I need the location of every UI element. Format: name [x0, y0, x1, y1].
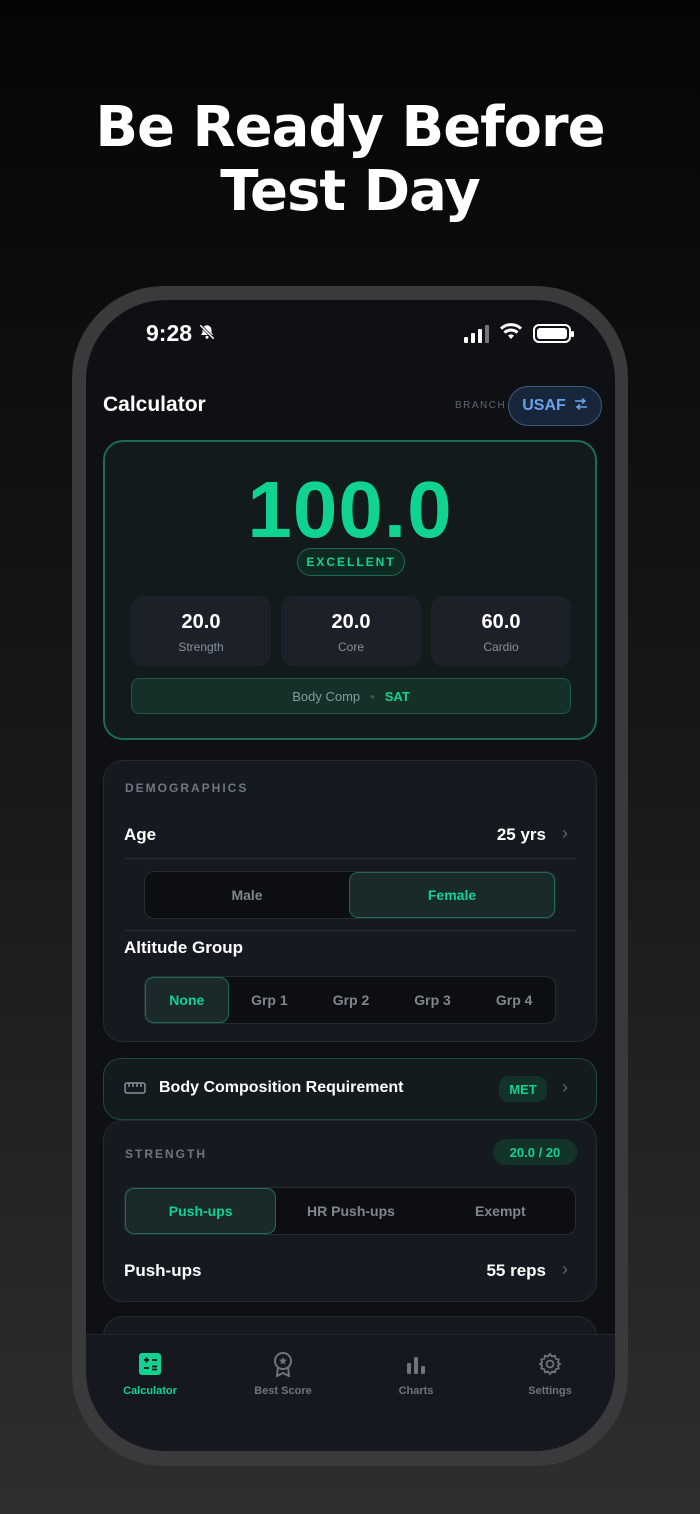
push-ups-value: 55 reps: [486, 1261, 546, 1280]
strength-section-label: STRENGTH: [125, 1147, 207, 1161]
altitude-segmented-control: None Grp 1 Grp 2 Grp 3 Grp 4: [144, 976, 556, 1024]
push-ups-label: Push-ups: [124, 1261, 202, 1280]
tab-settings[interactable]: Settings: [495, 1351, 605, 1397]
divider: [124, 930, 576, 931]
tab-best-score-label: Best Score: [254, 1385, 312, 1397]
gender-option-male[interactable]: Male: [145, 872, 349, 918]
strength-option-exempt[interactable]: Exempt: [426, 1188, 575, 1234]
battery-icon: [533, 324, 574, 343]
status-icons: [464, 322, 574, 345]
strength-score-box: 20.0 Strength: [131, 596, 271, 666]
page-title: Calculator: [103, 393, 206, 416]
push-ups-row[interactable]: Push-ups 55 reps ›: [104, 1251, 596, 1295]
wifi-icon: [499, 322, 523, 345]
altitude-option-none[interactable]: None: [145, 977, 229, 1023]
marketing-headline: Be Ready Before Test Day: [0, 96, 700, 224]
demographics-card: DEMOGRAPHICS Age 25 yrs › Male Female Al…: [103, 760, 597, 1042]
body-comp-separator: •: [370, 688, 375, 704]
core-score-value: 20.0: [331, 611, 371, 633]
strength-card: STRENGTH 20.0 / 20 Push-ups HR Push-ups …: [103, 1120, 597, 1302]
award-icon: [228, 1351, 338, 1377]
cardio-score-value: 60.0: [481, 611, 521, 633]
branch-label: BRANCH: [455, 400, 507, 411]
status-time: 9:28: [146, 320, 216, 347]
bell-muted-icon: [198, 320, 216, 347]
demographics-section-label: DEMOGRAPHICS: [125, 781, 249, 795]
tab-charts-label: Charts: [398, 1385, 434, 1397]
score-card: 100.0 EXCELLENT 20.0 Strength 20.0 Core …: [103, 440, 597, 740]
status-time-text: 9:28: [146, 320, 193, 346]
ruler-icon: [124, 1081, 146, 1100]
chevron-right-icon: ›: [562, 1259, 568, 1279]
body-comp-value: SAT: [384, 688, 410, 704]
tab-calculator[interactable]: Calculator: [95, 1351, 205, 1397]
chevron-right-icon: ›: [562, 1077, 568, 1097]
met-badge: MET: [499, 1076, 547, 1102]
core-score-label: Core: [337, 640, 364, 654]
branch-value: USAF: [522, 397, 566, 414]
gender-segmented-control: Male Female: [144, 871, 556, 919]
gear-icon: [495, 1351, 605, 1377]
tab-charts[interactable]: Charts: [361, 1351, 471, 1397]
swap-arrows-icon: [574, 397, 588, 415]
headline-line-1: Be Ready Before: [95, 95, 605, 160]
headline-line-2: Test Day: [220, 159, 480, 224]
body-composition-row[interactable]: Body Composition Requirement MET ›: [103, 1058, 597, 1120]
tab-best-score[interactable]: Best Score: [228, 1351, 338, 1397]
altitude-option-grp-2[interactable]: Grp 2: [310, 977, 392, 1023]
rating-badge: EXCELLENT: [297, 548, 405, 576]
bottom-tab-bar: Calculator Best Score Charts Settings: [86, 1334, 615, 1451]
age-label: Age: [124, 825, 157, 844]
gender-option-female[interactable]: Female: [349, 872, 555, 918]
calculator-icon: [95, 1351, 205, 1377]
branch-switch-button[interactable]: USAF: [508, 386, 602, 426]
age-row[interactable]: Age 25 yrs ›: [104, 811, 596, 857]
altitude-option-grp-3[interactable]: Grp 3: [392, 977, 474, 1023]
strength-exercise-segmented-control: Push-ups HR Push-ups Exempt: [124, 1187, 576, 1235]
bar-chart-icon: [361, 1351, 471, 1377]
altitude-option-grp-1[interactable]: Grp 1: [229, 977, 311, 1023]
phone-screen: 9:28 Calculator BRANCH USAF 100.0 EXCELL…: [86, 300, 615, 1451]
chevron-right-icon: ›: [562, 823, 568, 843]
strength-score-label: Strength: [178, 640, 224, 654]
cellular-signal-icon: [464, 324, 489, 343]
altitude-option-grp-4[interactable]: Grp 4: [473, 977, 555, 1023]
age-value: 25 yrs: [496, 825, 546, 844]
core-score-box: 20.0 Core: [281, 596, 421, 666]
body-composition-label: Body Composition Requirement: [159, 1079, 404, 1096]
strength-option-hr-push-ups[interactable]: HR Push-ups: [276, 1188, 425, 1234]
strength-score-badge: 20.0 / 20: [493, 1139, 577, 1165]
tab-settings-label: Settings: [528, 1385, 572, 1397]
cardio-score-label: Cardio: [483, 640, 519, 654]
body-comp-status-bar: Body Comp • SAT: [131, 678, 571, 714]
tab-calculator-label: Calculator: [123, 1385, 177, 1397]
strength-option-push-ups[interactable]: Push-ups: [125, 1188, 277, 1234]
divider: [124, 858, 576, 859]
total-score: 100.0: [247, 465, 453, 554]
body-comp-label: Body Comp: [292, 688, 361, 704]
strength-score-value: 20.0: [181, 611, 221, 633]
cardio-score-box: 60.0 Cardio: [431, 596, 571, 666]
altitude-group-label: Altitude Group: [124, 938, 243, 957]
